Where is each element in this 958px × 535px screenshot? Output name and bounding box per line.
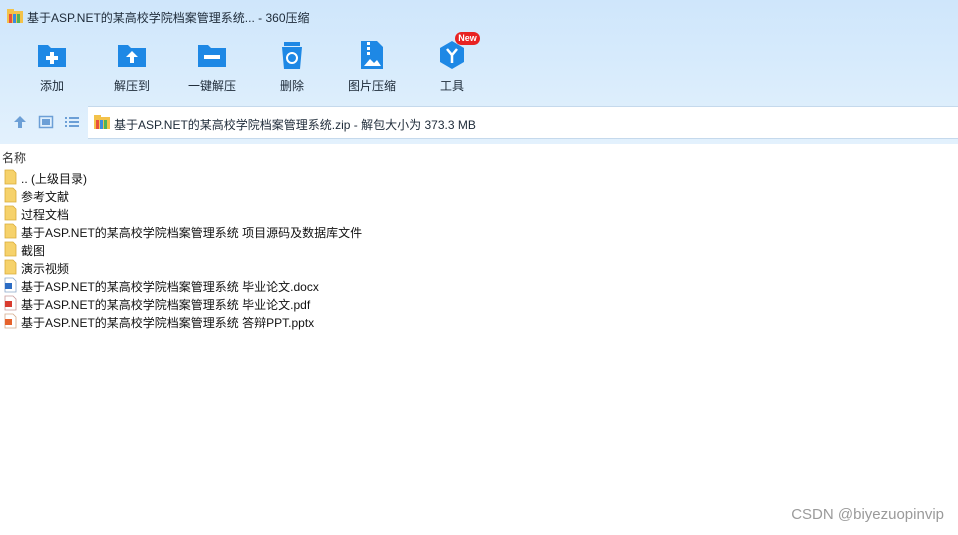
folder-icon xyxy=(4,259,17,275)
delete-label: 删除 xyxy=(279,79,304,93)
new-badge: New xyxy=(455,32,480,45)
archive-icon xyxy=(7,9,23,23)
archive-icon xyxy=(94,115,110,129)
toolbar: 添加 解压到 一键解压 删除 图片压缩 工具 xyxy=(0,36,520,100)
item-name: 过程文档 xyxy=(21,208,70,222)
folder-icon xyxy=(4,169,17,185)
item-name: 参考文献 xyxy=(21,190,70,204)
image-compress-label: 图片压缩 xyxy=(347,79,396,93)
item-name: 基于ASP.NET的某高校学院档案管理系统 毕业论文.pdf xyxy=(21,298,311,312)
list-item[interactable]: 基于ASP.NET的某高校学院档案管理系统 答辩PPT.pptx xyxy=(0,312,600,330)
list-item[interactable]: 截图 xyxy=(0,240,600,258)
add-label: 添加 xyxy=(39,79,64,93)
item-name: 基于ASP.NET的某高校学院档案管理系统 毕业论文.docx xyxy=(21,280,319,294)
extract-to-label: 解压到 xyxy=(113,79,150,93)
column-name-label: 名称 xyxy=(2,151,27,165)
item-name: 基于ASP.NET的某高校学院档案管理系统 项目源码及数据库文件 xyxy=(21,226,363,240)
one-click-extract-button[interactable]: 一键解压 xyxy=(172,36,252,98)
tools-button[interactable]: 工具 xyxy=(412,36,492,98)
pdf-doc-icon xyxy=(4,295,17,311)
thumbnail-view-icon[interactable] xyxy=(38,114,54,130)
up-arrow-icon[interactable] xyxy=(12,114,28,130)
list-item[interactable]: 基于ASP.NET的某高校学院档案管理系统 毕业论文.pdf xyxy=(0,294,600,312)
recycle-bin-icon xyxy=(282,42,302,69)
word-doc-icon xyxy=(4,277,17,293)
list-view-icon[interactable] xyxy=(64,114,80,130)
item-name: 截图 xyxy=(21,244,46,258)
extract-to-icon xyxy=(118,45,146,67)
column-header-name[interactable]: 名称 xyxy=(0,144,958,166)
address-text: 基于ASP.NET的某高校学院档案管理系统.zip - 解包大小为 373.3 … xyxy=(114,118,476,132)
extract-to-button[interactable]: 解压到 xyxy=(92,36,172,98)
watermark: CSDN @biyezuopinvip xyxy=(791,506,944,523)
list-item[interactable]: .. (上级目录) xyxy=(0,168,600,186)
list-item[interactable]: 演示视频 xyxy=(0,258,600,276)
image-compress-icon xyxy=(361,41,383,69)
list-item[interactable]: 参考文献 xyxy=(0,186,600,204)
title-bar: 基于ASP.NET的某高校学院档案管理系统... - 360压缩 xyxy=(0,0,958,32)
folder-icon xyxy=(4,241,17,257)
address-bar[interactable]: 基于ASP.NET的某高校学院档案管理系统.zip - 解包大小为 373.3 … xyxy=(88,106,958,139)
tools-label: 工具 xyxy=(439,79,464,93)
delete-button[interactable]: 删除 xyxy=(252,36,332,98)
folder-icon xyxy=(4,187,17,203)
list-item[interactable]: 基于ASP.NET的某高校学院档案管理系统 毕业论文.docx xyxy=(0,276,600,294)
list-item[interactable]: 过程文档 xyxy=(0,204,600,222)
one-click-extract-label: 一键解压 xyxy=(187,79,236,93)
image-compress-button[interactable]: 图片压缩 xyxy=(332,36,412,98)
add-button[interactable]: 添加 xyxy=(12,36,92,98)
item-name: .. (上级目录) xyxy=(21,172,87,186)
folder-icon xyxy=(4,223,17,239)
add-folder-icon xyxy=(38,45,66,67)
item-name: 演示视频 xyxy=(21,262,70,276)
powerpoint-doc-icon xyxy=(4,313,17,329)
window-title: 基于ASP.NET的某高校学院档案管理系统... - 360压缩 xyxy=(27,11,310,25)
folder-icon xyxy=(4,205,17,221)
list-item[interactable]: 基于ASP.NET的某高校学院档案管理系统 项目源码及数据库文件 xyxy=(0,222,600,240)
one-click-extract-icon xyxy=(198,45,226,67)
item-name: 基于ASP.NET的某高校学院档案管理系统 答辩PPT.pptx xyxy=(21,316,315,330)
